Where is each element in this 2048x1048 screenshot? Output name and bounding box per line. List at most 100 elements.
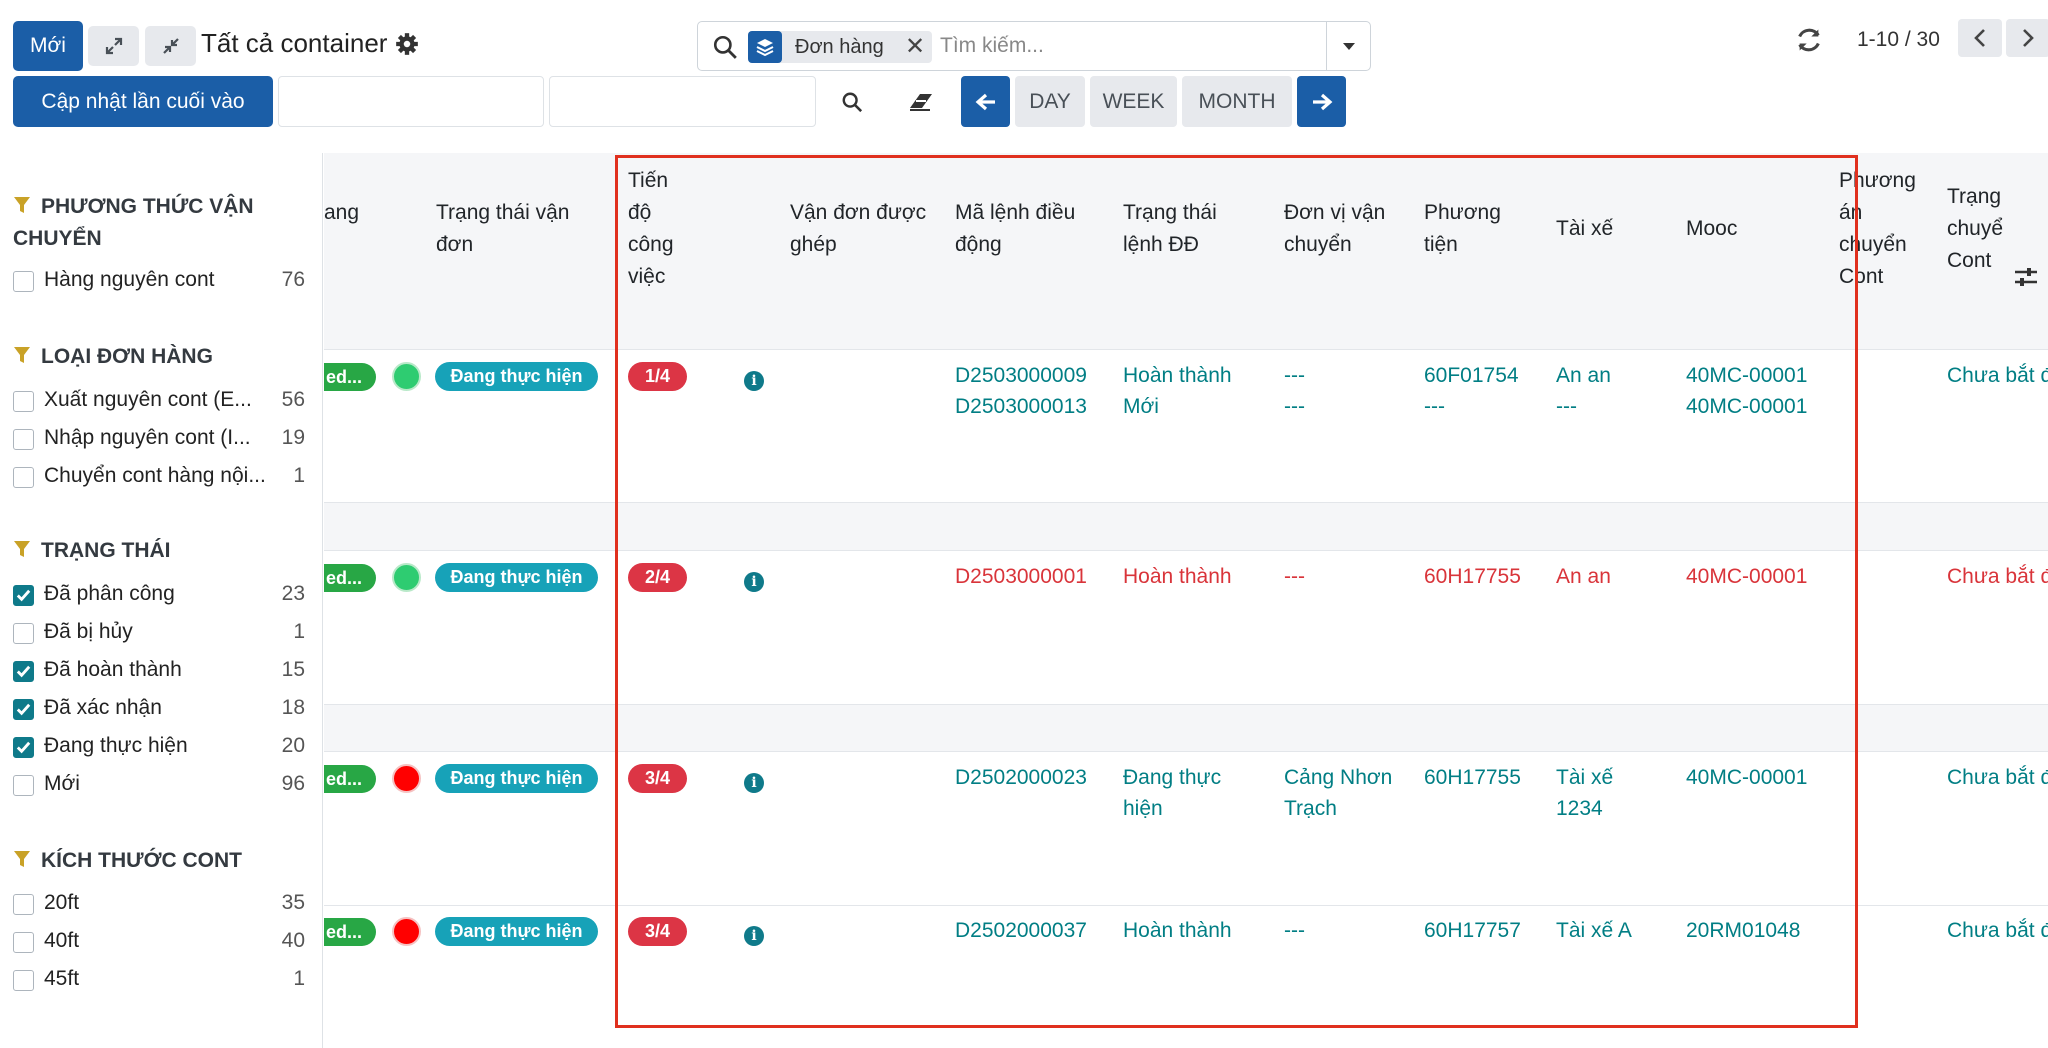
- filter-item[interactable]: Hàng nguyên cont 76: [13, 267, 305, 297]
- expand-icon: [105, 37, 122, 55]
- filter-item[interactable]: Nhập nguyên cont (I... 19: [13, 425, 305, 455]
- column-settings-icon[interactable]: [2012, 264, 2040, 290]
- column-header[interactable]: Đơn vị vận chuyển: [1284, 197, 1385, 261]
- filter-item-count: 96: [281, 772, 305, 795]
- column-header[interactable]: Phương tiện: [1424, 197, 1501, 261]
- checkbox[interactable]: [13, 271, 34, 292]
- filter-item[interactable]: Đã phân công 23: [13, 581, 305, 611]
- clear-filter-button[interactable]: [902, 86, 940, 118]
- info-icon[interactable]: i: [744, 371, 764, 391]
- column-header[interactable]: Vận đơn được ghép: [790, 197, 926, 261]
- date-from-input[interactable]: [278, 76, 544, 127]
- vehicle: 60H17755: [1424, 766, 1521, 789]
- driver: Tài xế A: [1556, 919, 1632, 942]
- container-list: ang Trạng thái vận đơn Tiến độ công việc Vậ…: [324, 153, 2048, 1048]
- layers-icon: [748, 31, 782, 63]
- column-header[interactable]: Trạng thái lệnh ĐĐ: [1123, 197, 1217, 261]
- previous-period-button[interactable]: [961, 76, 1010, 127]
- checkbox-checked[interactable]: [13, 699, 34, 720]
- filter-item-count: 1: [293, 967, 305, 990]
- checkbox[interactable]: [13, 429, 34, 450]
- remove-facet-icon[interactable]: ✕: [905, 32, 925, 61]
- dispatch-code[interactable]: D2503000009 D2503000013: [955, 360, 1087, 422]
- chevron-right-icon: [2023, 29, 2034, 47]
- filter-section-title-cont: CHUYỂN: [13, 227, 102, 250]
- filter-icon: [14, 347, 30, 363]
- filter-item[interactable]: Chuyển cont hàng nội... 1: [13, 463, 305, 493]
- trailer: 40MC-00001: [1686, 565, 1808, 588]
- filter-item[interactable]: Xuất nguyên cont (E... 56: [13, 387, 305, 417]
- column-header[interactable]: Tiến độ công việc: [628, 165, 674, 293]
- column-header[interactable]: Mooc: [1686, 213, 1737, 245]
- collapse-icon: [162, 38, 179, 54]
- cont-status: Chưa bắt đ: [1947, 766, 2048, 789]
- progress-badge: 3/4: [628, 764, 687, 793]
- search-bar[interactable]: Đơn hàng ✕ Tìm kiếm...: [697, 21, 1371, 71]
- facet-label: Đơn hàng: [795, 36, 884, 58]
- pager-previous-button[interactable]: [1958, 19, 2002, 57]
- filter-item[interactable]: Đã bị hủy 1: [13, 619, 305, 649]
- checkbox[interactable]: [13, 391, 34, 412]
- month-button[interactable]: MONTH: [1182, 76, 1292, 127]
- week-button[interactable]: WEEK: [1090, 76, 1177, 127]
- vehicle: 60F01754 ---: [1424, 364, 1519, 418]
- checkbox[interactable]: [13, 467, 34, 488]
- column-header[interactable]: Trạng chuyể Cont: [1947, 181, 2007, 277]
- chevron-left-icon: [1974, 29, 1985, 47]
- column-header[interactable]: Trạng thái vận đơn: [436, 197, 569, 261]
- filter-item-label: 45ft: [44, 967, 80, 990]
- filter-item-count: 15: [281, 658, 305, 681]
- filter-item[interactable]: Đã xác nhận 18: [13, 695, 305, 725]
- checkbox[interactable]: [13, 775, 34, 796]
- checkbox-checked[interactable]: [13, 737, 34, 758]
- trailer: 40MC-00001 40MC-00001: [1686, 364, 1808, 418]
- checkbox[interactable]: [13, 623, 34, 644]
- filter-item[interactable]: Đã hoàn thành 15: [13, 657, 305, 687]
- filter-item[interactable]: Đang thực hiện 20: [13, 733, 305, 763]
- refresh-icon[interactable]: [1795, 26, 1823, 54]
- filter-item[interactable]: 40ft 40: [13, 928, 305, 958]
- dispatch-code[interactable]: D2502000037: [955, 915, 1087, 946]
- column-header[interactable]: Tài xế: [1556, 213, 1613, 245]
- carrier: --- ---: [1284, 364, 1305, 418]
- checkbox[interactable]: [13, 970, 34, 991]
- arrow-left-icon: [975, 93, 995, 110]
- checkbox-checked[interactable]: [13, 661, 34, 682]
- dispatch-code[interactable]: D2502000023: [955, 762, 1087, 793]
- checkbox-checked[interactable]: [13, 585, 34, 606]
- gear-icon[interactable]: [394, 31, 420, 57]
- filter-icon: [14, 541, 30, 557]
- expand-button[interactable]: [88, 26, 139, 66]
- last-update-button[interactable]: Cập nhật lần cuối vào: [13, 76, 273, 127]
- next-period-button[interactable]: [1297, 76, 1346, 127]
- dispatch-code[interactable]: D2503000001: [955, 561, 1087, 592]
- column-header[interactable]: Phương án chuyển Cont: [1839, 165, 1916, 293]
- filter-item[interactable]: Mới 96: [13, 771, 305, 801]
- checkbox[interactable]: [13, 894, 34, 915]
- filter-section-title: KÍCH THƯỚC CONT: [13, 845, 242, 877]
- column-header[interactable]: ang: [324, 197, 359, 229]
- column-header[interactable]: Mã lệnh điều động: [955, 197, 1075, 261]
- info-icon[interactable]: i: [744, 572, 764, 592]
- status-dot: [392, 563, 421, 592]
- pager-value[interactable]: 1-10 / 30: [1857, 28, 1940, 52]
- search-options-toggle[interactable]: [1326, 22, 1370, 70]
- info-icon[interactable]: i: [744, 926, 764, 946]
- new-button[interactable]: Mới: [13, 21, 83, 71]
- shipment-status-badge: Đang thực hiện: [435, 362, 598, 391]
- checkbox[interactable]: [13, 932, 34, 953]
- shipment-status-badge: Đang thực hiện: [435, 764, 598, 793]
- filter-item[interactable]: 20ft 35: [13, 890, 305, 920]
- filter-icon: [14, 851, 30, 867]
- info-icon[interactable]: i: [744, 773, 764, 793]
- status-dot: [392, 917, 421, 946]
- date-search-button[interactable]: [833, 86, 871, 118]
- day-button[interactable]: DAY: [1015, 76, 1085, 127]
- date-to-input[interactable]: [549, 76, 816, 127]
- table-header: ang Trạng thái vận đơn Tiến độ công việc Vậ…: [324, 153, 2048, 305]
- collapse-button[interactable]: [145, 26, 196, 66]
- filter-item[interactable]: 45ft 1: [13, 966, 305, 996]
- pager-next-button[interactable]: [2006, 19, 2048, 57]
- search-facet[interactable]: Đơn hàng ✕: [748, 31, 932, 63]
- search-input[interactable]: Tìm kiếm...: [940, 34, 1044, 58]
